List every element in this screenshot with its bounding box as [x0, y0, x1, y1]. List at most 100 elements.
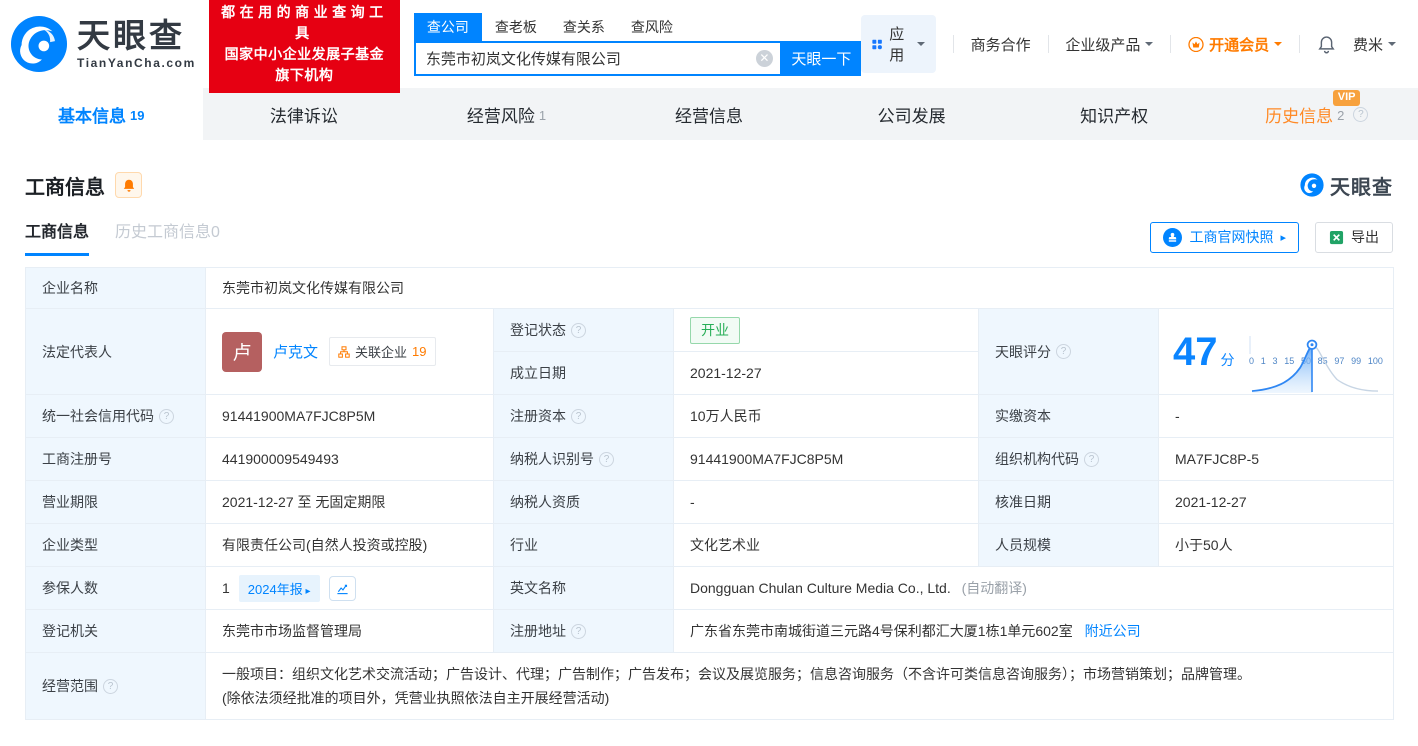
- subscribe-alert-button[interactable]: [115, 172, 142, 198]
- bell-icon: [1318, 35, 1335, 53]
- help-icon[interactable]: [1084, 451, 1099, 467]
- export-button[interactable]: 导出: [1315, 221, 1393, 253]
- reg-capital-value: 10万人民币: [673, 394, 979, 438]
- apps-label: 应用: [889, 26, 905, 64]
- apps-menu-button[interactable]: 应用: [860, 15, 936, 73]
- legal-rep-name-link[interactable]: 卢克文: [273, 341, 318, 362]
- tab-label: 基本信息: [58, 106, 127, 126]
- label-text: 天眼评分: [995, 343, 1051, 360]
- table-row: 营业期限 2021-12-27 至 无固定期限 纳税人资质 - 核准日期 202…: [25, 480, 1394, 524]
- tab-intellectual-property[interactable]: 知识产权: [1013, 88, 1216, 140]
- search-button[interactable]: 天眼一下: [781, 40, 861, 76]
- watermark-text: 天眼查: [1330, 176, 1393, 199]
- help-icon[interactable]: [1056, 344, 1071, 359]
- table-row: 企业类型 有限责任公司(自然人投资或控股) 行业 文化艺术业 人员规模 小于50…: [25, 523, 1394, 567]
- subtab-history-business-info[interactable]: 历史工商信息0: [115, 218, 220, 256]
- taxpayer-quality-value: -: [673, 480, 979, 524]
- business-scope-label: 经营范围: [25, 652, 206, 720]
- tab-company-development[interactable]: 公司发展: [810, 88, 1013, 140]
- export-label: 导出: [1351, 229, 1379, 245]
- english-name-value: Dongguan Chulan Culture Media Co., Ltd.: [690, 580, 951, 596]
- insured-count-label: 参保人数: [25, 566, 206, 610]
- company-type-label: 企业类型: [25, 523, 206, 567]
- tab-operating-risk[interactable]: 经营风险 1: [405, 88, 608, 140]
- nearby-companies-link[interactable]: 附近公司: [1085, 623, 1141, 639]
- company-type-value: 有限责任公司(自然人投资或控股): [205, 523, 494, 567]
- nav-divider: [952, 35, 954, 53]
- enterprise-products-label: 企业级产品: [1065, 36, 1141, 54]
- paid-capital-label: 实缴资本: [978, 394, 1159, 438]
- related-companies-count: 19: [412, 344, 427, 359]
- tab-count: 2: [1337, 107, 1345, 123]
- help-icon[interactable]: [159, 408, 174, 424]
- clear-search-icon[interactable]: [755, 49, 773, 67]
- crown-icon: [1188, 36, 1204, 52]
- staff-size-value: 小于50人: [1158, 523, 1394, 567]
- score-chart-plot: [1249, 336, 1379, 393]
- help-icon[interactable]: [571, 408, 586, 424]
- status-badge: 开业: [690, 316, 740, 344]
- tab-label: 公司发展: [877, 106, 946, 126]
- search-tab-company[interactable]: 查公司: [413, 12, 482, 41]
- search-row: 天眼一下: [413, 40, 861, 76]
- nav-divider: [1047, 35, 1049, 53]
- search-tab-relation[interactable]: 查关系: [550, 13, 618, 41]
- score-distribution-chart[interactable]: 0131550859799100: [1249, 336, 1383, 393]
- search-input[interactable]: [413, 40, 782, 76]
- nav-divider: [1170, 35, 1172, 53]
- auto-translate-note: (自动翻译): [961, 580, 1027, 596]
- top-header: 天眼查 TianYanCha.com 都在用的商业查询工具 国家中小企业发展子基…: [0, 0, 1418, 93]
- tianyancha-watermark-icon: [1300, 173, 1324, 197]
- promo-banner-line1: 都在用的商业查询工具: [221, 4, 388, 41]
- notifications-button[interactable]: [1317, 35, 1336, 54]
- tab-basic-info[interactable]: 基本信息 19: [0, 88, 203, 140]
- search-tab-risk[interactable]: 查风险: [618, 13, 686, 41]
- promo-banner[interactable]: 都在用的商业查询工具 国家中小企业发展子基金旗下机构: [208, 0, 400, 93]
- industry-value: 文化艺术业: [673, 523, 979, 567]
- label-text: 经营范围: [42, 678, 98, 694]
- nav-open-vip[interactable]: 开通会员: [1188, 34, 1283, 55]
- tianyancha-logo[interactable]: 天眼查 TianYanCha.com: [10, 15, 196, 73]
- annual-report-badge[interactable]: 2024年报: [238, 574, 320, 602]
- help-icon[interactable]: [103, 678, 118, 694]
- score-cell: 47 分 0 1 3 15 85 97 99 100: [1158, 308, 1394, 395]
- help-icon[interactable]: [571, 623, 586, 639]
- related-companies-label: 关联企业: [355, 345, 408, 360]
- company-name-value: 东莞市初岚文化传媒有限公司: [205, 267, 1394, 309]
- stamp-icon: [1163, 227, 1183, 247]
- tab-operating-info[interactable]: 经营信息: [608, 88, 811, 140]
- subtab-label: 历史工商信息: [115, 224, 212, 241]
- reg-address-label: 注册地址: [493, 609, 674, 653]
- related-companies-badge[interactable]: 关联企业 19: [329, 337, 436, 366]
- table-row: 企业名称 东莞市初岚文化传媒有限公司: [25, 267, 1394, 309]
- main-content: 工商信息 天眼查 工商信息 历史工商信息0 工商官网快照 ▸ 导出 企业名称 东…: [0, 170, 1418, 720]
- tab-label: 法律诉讼: [269, 106, 338, 126]
- search-tabs: 查公司 查老板 查关系 查风险: [413, 12, 861, 41]
- insured-count-cell: 1 2024年报: [205, 566, 494, 610]
- user-menu[interactable]: 费米: [1353, 34, 1396, 55]
- nav-enterprise-products[interactable]: 企业级产品: [1065, 34, 1154, 55]
- company-name-label: 企业名称: [25, 267, 206, 309]
- table-row: 经营范围 一般项目：组织文化艺术交流活动；广告设计、代理；广告制作；广告发布；会…: [25, 652, 1394, 720]
- label-text: 注册资本: [510, 408, 566, 424]
- score-value: 47: [1173, 329, 1218, 374]
- watermark-logo: 天眼查: [1300, 171, 1393, 200]
- subtab-business-info[interactable]: 工商信息: [25, 218, 90, 256]
- tab-legal-proceedings[interactable]: 法律诉讼: [203, 88, 406, 140]
- help-icon[interactable]: [1353, 106, 1369, 122]
- logo-domain: TianYanCha.com: [77, 55, 196, 70]
- search-tab-boss[interactable]: 查老板: [482, 13, 550, 41]
- nav-business-cooperation[interactable]: 商务合作: [971, 34, 1031, 55]
- help-icon[interactable]: [599, 451, 614, 467]
- help-icon[interactable]: [571, 322, 586, 338]
- business-term-value: 2021-12-27 至 无固定期限: [205, 480, 494, 524]
- legal-rep-avatar[interactable]: 卢: [222, 331, 262, 372]
- tab-label: 知识产权: [1080, 106, 1149, 126]
- legal-rep-cell: 卢 卢克文 关联企业 19: [205, 308, 494, 395]
- official-snapshot-button[interactable]: 工商官网快照: [1150, 221, 1299, 253]
- business-info-table: 企业名称 东莞市初岚文化传媒有限公司 法定代表人 卢 卢克文 关联企业 19 登…: [25, 267, 1394, 720]
- trend-chart-button[interactable]: [328, 575, 356, 601]
- tab-count: 1: [538, 107, 547, 123]
- org-code-value: MA7FJC8P-5: [1158, 437, 1394, 481]
- tab-history-info[interactable]: VIP 历史信息 2: [1215, 88, 1418, 140]
